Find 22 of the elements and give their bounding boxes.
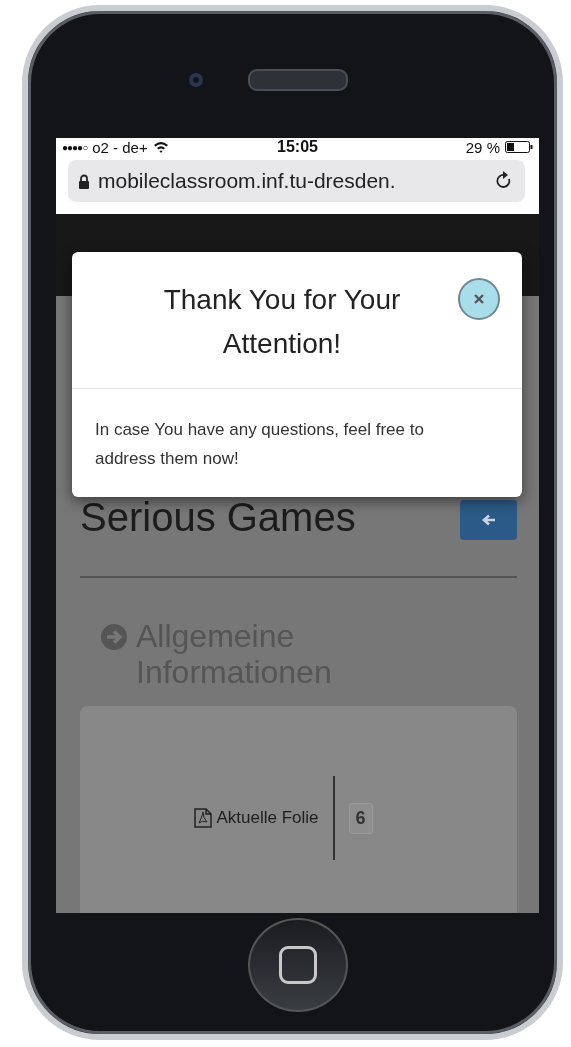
- close-button[interactable]: [458, 278, 500, 320]
- modal-message: In case You have any questions, feel free to address them now!: [95, 419, 425, 470]
- signal-dots: ●●●●○: [62, 141, 88, 153]
- pdf-file-icon: [194, 808, 213, 828]
- slide-number: 6: [348, 802, 373, 834]
- carrier-name: o2 - de+: [92, 138, 148, 156]
- modal-title: Thank You for Your Attention!: [162, 283, 402, 361]
- back-button[interactable]: [460, 500, 517, 540]
- current-slide-link[interactable]: Aktuelle Folie: [194, 808, 319, 828]
- page-title: Serious Games: [80, 494, 356, 541]
- battery-percent: 29 %: [465, 138, 500, 156]
- address-bar[interactable]: mobileclassroom.inf.tu-dresden.: [68, 160, 525, 202]
- wifi-icon: [152, 141, 169, 153]
- lock-icon: [78, 173, 90, 189]
- status-time: 15:05: [277, 138, 318, 156]
- arrow-circle-icon: [100, 623, 128, 651]
- back-arrow-icon: [481, 514, 496, 526]
- url-text: mobileclassroom.inf.tu-dresden.: [98, 169, 397, 193]
- battery-icon: [505, 141, 533, 153]
- close-icon: [473, 293, 485, 305]
- camera-icon: [187, 71, 204, 88]
- reload-icon[interactable]: [495, 171, 513, 191]
